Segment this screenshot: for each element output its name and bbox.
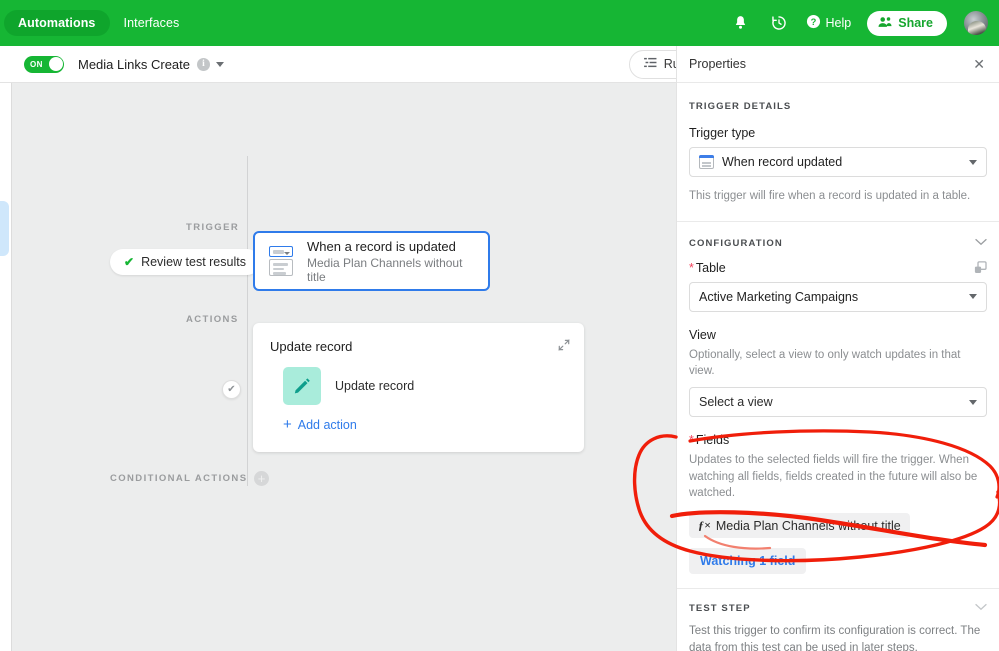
action-group-card: Update record Update record + Add action — [253, 323, 584, 452]
flow-connector-line — [247, 156, 248, 486]
configuration-heading: CONFIGURATION — [689, 238, 987, 249]
fx-icon: ƒ× — [698, 518, 711, 533]
table-select[interactable]: Active Marketing Campaigns — [689, 281, 987, 312]
fields-label: * Fields — [689, 433, 987, 447]
page-title: Properties — [689, 57, 746, 71]
table-label-text: Table — [695, 260, 726, 275]
test-step-heading: TEST STEP — [689, 603, 987, 614]
automation-canvas: TRIGGER ACTIONS CONDITIONAL ACTIONS ✔ Re… — [0, 83, 676, 651]
top-navigation-bar: Automations Interfaces ? Help Share — [0, 0, 999, 46]
help-label: Help — [825, 16, 852, 30]
bell-icon[interactable] — [730, 12, 752, 34]
collapse-diagonal-icon[interactable] — [558, 339, 570, 353]
user-avatar[interactable] — [963, 10, 989, 36]
trigger-node-title: When a record is updated — [307, 238, 456, 254]
watching-chip-row: Watching 1 field — [689, 548, 987, 575]
svg-text:?: ? — [810, 17, 816, 27]
view-helper-text: Optionally, select a view to only watch … — [689, 348, 961, 378]
share-button[interactable]: Share — [867, 10, 947, 36]
trigger-details-heading: TRIGGER DETAILS — [689, 101, 987, 112]
list-icon — [643, 57, 657, 71]
offscreen-panel-edge[interactable] — [0, 201, 9, 256]
pencil-icon — [283, 367, 321, 405]
trigger-node-subtitle: Media Plan Channels without title — [307, 255, 463, 284]
chevron-down-icon — [969, 399, 977, 405]
question-circle-icon: ? — [806, 14, 821, 32]
toggle-knob — [48, 57, 63, 71]
record-window-icon — [267, 246, 295, 276]
trigger-type-select[interactable]: When record updated — [689, 147, 987, 177]
close-icon[interactable]: ✕ — [973, 57, 985, 71]
canvas-left-gutter — [0, 83, 12, 651]
watched-field-chip-row: ƒ× Media Plan Channels without title — [689, 513, 987, 539]
automation-enabled-toggle[interactable]: ON — [24, 55, 64, 73]
fields-helper-text: Updates to the selected fields will fire… — [689, 454, 978, 500]
divider — [677, 588, 999, 590]
chevron-down-icon — [969, 159, 977, 165]
watched-field-chip[interactable]: ƒ× Media Plan Channels without title — [689, 513, 910, 539]
properties-panel-header: Properties ✕ — [677, 46, 999, 83]
section-label-trigger: TRIGGER — [186, 222, 240, 233]
required-marker: * — [689, 433, 694, 448]
chevron-down-icon[interactable] — [216, 61, 224, 67]
table-label: * Table — [689, 261, 726, 275]
review-test-results-chip[interactable]: ✔ Review test results — [110, 249, 260, 275]
automation-name[interactable]: Media Links Create — [78, 57, 190, 72]
view-label: View — [689, 327, 716, 342]
trigger-description: This trigger will fire when a record is … — [689, 190, 971, 202]
plus-circle-icon[interactable]: + — [254, 471, 269, 486]
top-nav-actions: ? Help Share — [730, 10, 999, 36]
toggle-label: ON — [30, 59, 43, 69]
trigger-type-label: Trigger type — [689, 126, 756, 140]
trigger-type-value: When record updated — [722, 155, 843, 169]
trigger-details-heading-label: TRIGGER DETAILS — [689, 101, 792, 112]
help-button[interactable]: ? Help — [806, 14, 852, 32]
action-step-label: Update record — [335, 379, 415, 393]
review-test-results-label: Review test results — [141, 255, 246, 269]
share-label: Share — [898, 16, 933, 30]
tab-automations[interactable]: Automations — [4, 10, 110, 36]
add-action-button[interactable]: + Add action — [253, 405, 584, 432]
open-table-icon[interactable] — [974, 261, 987, 274]
trigger-node-card[interactable]: When a record is updated Media Plan Chan… — [253, 231, 490, 291]
check-icon: ✔ — [124, 255, 135, 269]
plus-icon: + — [283, 416, 292, 433]
tab-interfaces[interactable]: Interfaces — [110, 10, 194, 36]
record-window-icon — [698, 154, 715, 169]
chevron-down-icon[interactable] — [975, 603, 987, 614]
view-value: Select a view — [699, 395, 773, 410]
table-value: Active Marketing Campaigns — [699, 289, 859, 304]
test-step-description: Test this trigger to confirm its configu… — [689, 625, 981, 651]
top-nav-tabs: Automations Interfaces — [0, 10, 193, 36]
watched-field-label: Media Plan Channels without title — [715, 518, 901, 533]
view-select[interactable]: Select a view — [689, 387, 987, 418]
add-action-label: Add action — [297, 417, 357, 432]
history-clock-icon[interactable] — [768, 12, 790, 34]
fields-label-text: Fields — [695, 433, 730, 448]
watching-fields-button[interactable]: Watching 1 field — [689, 548, 807, 575]
people-icon — [878, 16, 892, 31]
chevron-down-icon[interactable] — [975, 238, 987, 249]
action-card-title: Update record — [270, 339, 353, 354]
divider — [677, 220, 999, 222]
section-label-conditional-actions: CONDITIONAL ACTIONS — [110, 473, 248, 484]
check-circle-icon[interactable]: ✔ — [222, 380, 241, 399]
properties-panel: Properties ✕ TRIGGER DETAILS Trigger typ… — [676, 46, 999, 651]
action-card-header: Update record — [253, 323, 584, 354]
required-marker: * — [689, 260, 694, 275]
configuration-heading-label: CONFIGURATION — [689, 237, 783, 249]
action-step-row[interactable]: Update record — [253, 354, 584, 405]
test-step-heading-label: TEST STEP — [689, 603, 751, 615]
info-icon[interactable]: i — [197, 57, 210, 71]
trigger-node-text: When a record is updated Media Plan Chan… — [307, 239, 476, 284]
properties-panel-body: TRIGGER DETAILS Trigger type When record… — [677, 101, 999, 651]
section-label-actions: ACTIONS — [186, 314, 239, 325]
table-field-row: * Table — [689, 261, 987, 275]
chevron-down-icon — [969, 294, 977, 300]
